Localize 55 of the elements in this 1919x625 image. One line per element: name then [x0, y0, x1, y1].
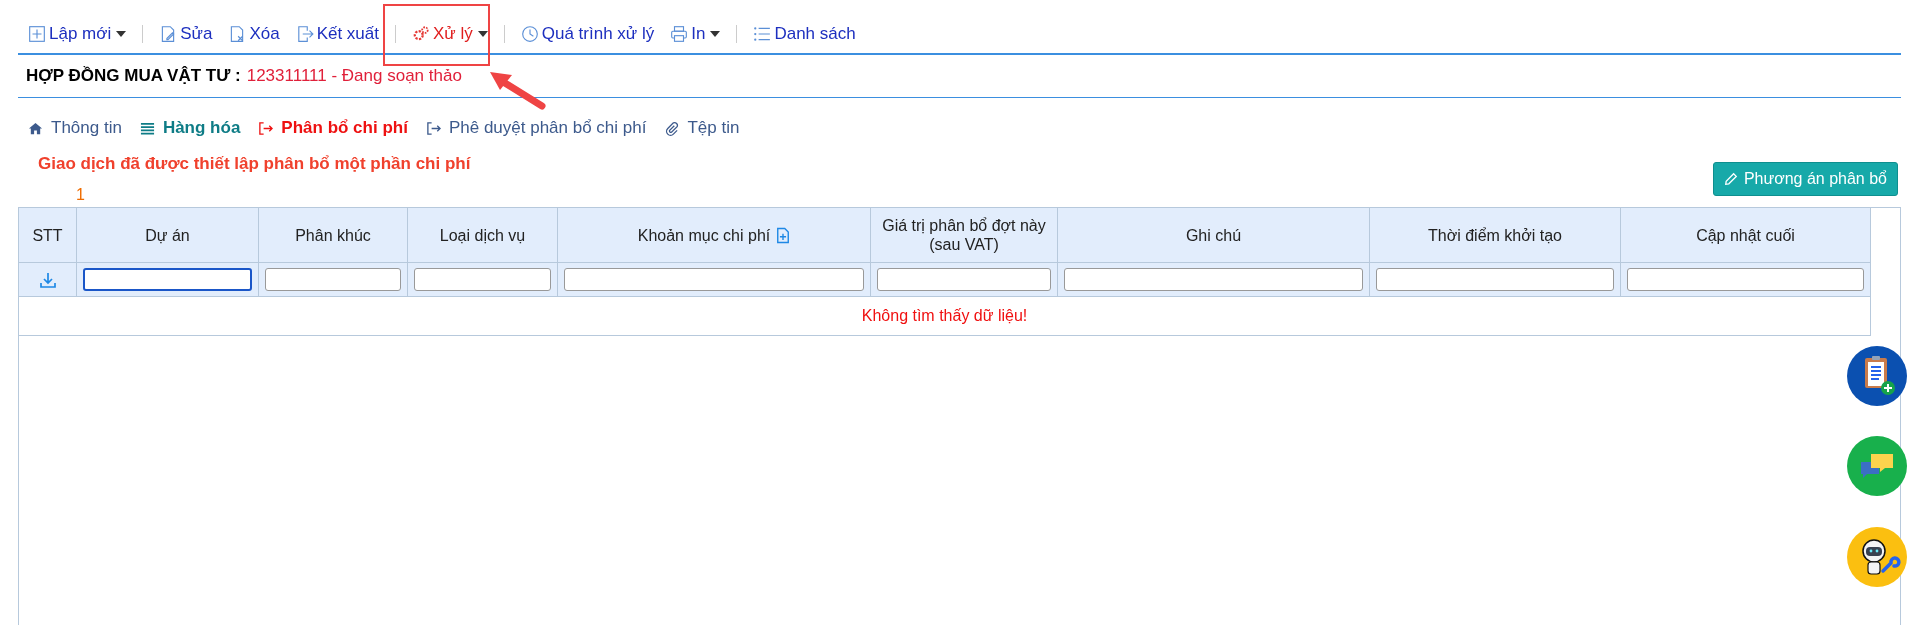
- column-header: Ghi chú: [1057, 207, 1370, 263]
- column-header: Khoản mục chi phí: [557, 207, 871, 263]
- sign-out-icon: [425, 120, 441, 136]
- toolbar-button[interactable]: In: [664, 24, 727, 44]
- add-file-icon[interactable]: [776, 226, 791, 244]
- record-status: 123311111 - Đang soạn thảo: [246, 66, 462, 85]
- caret-icon: [477, 31, 488, 37]
- column-header: Giá trị phân bổ đợt này (sau VAT): [870, 207, 1058, 263]
- toolbar-button[interactable]: Lập mới: [22, 24, 133, 44]
- column-header: Loại dịch vụ: [407, 207, 558, 263]
- list-icon: [139, 120, 155, 136]
- download-icon[interactable]: [38, 271, 57, 289]
- tab[interactable]: Tệp tin: [664, 118, 740, 138]
- status-message: Giao dịch đã được thiết lập phân bổ một phần chi phí: [38, 154, 471, 174]
- filter-field[interactable]: [414, 268, 551, 291]
- filter-field[interactable]: [564, 268, 864, 291]
- caret-icon: [116, 31, 127, 37]
- clock-icon: [520, 25, 539, 43]
- toolbar-button[interactable]: Xử lý: [406, 24, 494, 44]
- record-title: HỢP ĐỒNG MUA VẬT TƯ :: [26, 66, 241, 85]
- tab[interactable]: Thông tin: [28, 118, 122, 138]
- record-count: 1: [76, 186, 86, 204]
- filter-field[interactable]: [1376, 268, 1614, 291]
- toolbar-button[interactable]: Quá trình xử lý: [514, 24, 661, 44]
- caret-icon: [710, 31, 721, 37]
- plus-square-icon: [28, 25, 46, 43]
- empty-message: Không tìm thấy dữ liệu!: [861, 307, 1028, 324]
- filter-field[interactable]: [83, 268, 252, 291]
- clipboard-add-icon[interactable]: [1847, 346, 1907, 406]
- filter-field[interactable]: [1064, 268, 1363, 291]
- printer-icon: [670, 25, 689, 43]
- list-icon: [753, 25, 772, 43]
- column-header: Phân khúc: [258, 207, 408, 263]
- column-header: STT: [18, 207, 77, 263]
- column-header: Cập nhật cuối: [1620, 207, 1871, 263]
- tab[interactable]: Hàng hóa: [139, 118, 241, 138]
- toolbar-button[interactable]: Sửa: [153, 24, 219, 44]
- toolbar-button[interactable]: Xóa: [222, 24, 286, 44]
- filter-field[interactable]: [1627, 268, 1864, 291]
- sign-out-icon: [258, 120, 274, 136]
- filter-field[interactable]: [877, 268, 1051, 291]
- column-header: Thời điểm khởi tạo: [1369, 207, 1621, 263]
- tab[interactable]: Phân bổ chi phí: [258, 118, 408, 138]
- paperclip-icon: [664, 120, 680, 136]
- filter-field[interactable]: [265, 268, 401, 291]
- toolbar-button[interactable]: Danh sách: [747, 24, 862, 44]
- chat-bubbles-icon[interactable]: [1847, 436, 1907, 496]
- toolbar-button[interactable]: Kết xuất: [289, 24, 385, 44]
- pencil-icon: [1723, 172, 1738, 186]
- export-icon: [295, 25, 314, 43]
- tab[interactable]: Phê duyệt phân bổ chi phí: [425, 118, 647, 138]
- home-icon: [28, 120, 43, 136]
- gears-icon: [412, 25, 430, 43]
- column-header: Dự án: [76, 207, 259, 263]
- robot-wrench-icon[interactable]: [1847, 527, 1907, 587]
